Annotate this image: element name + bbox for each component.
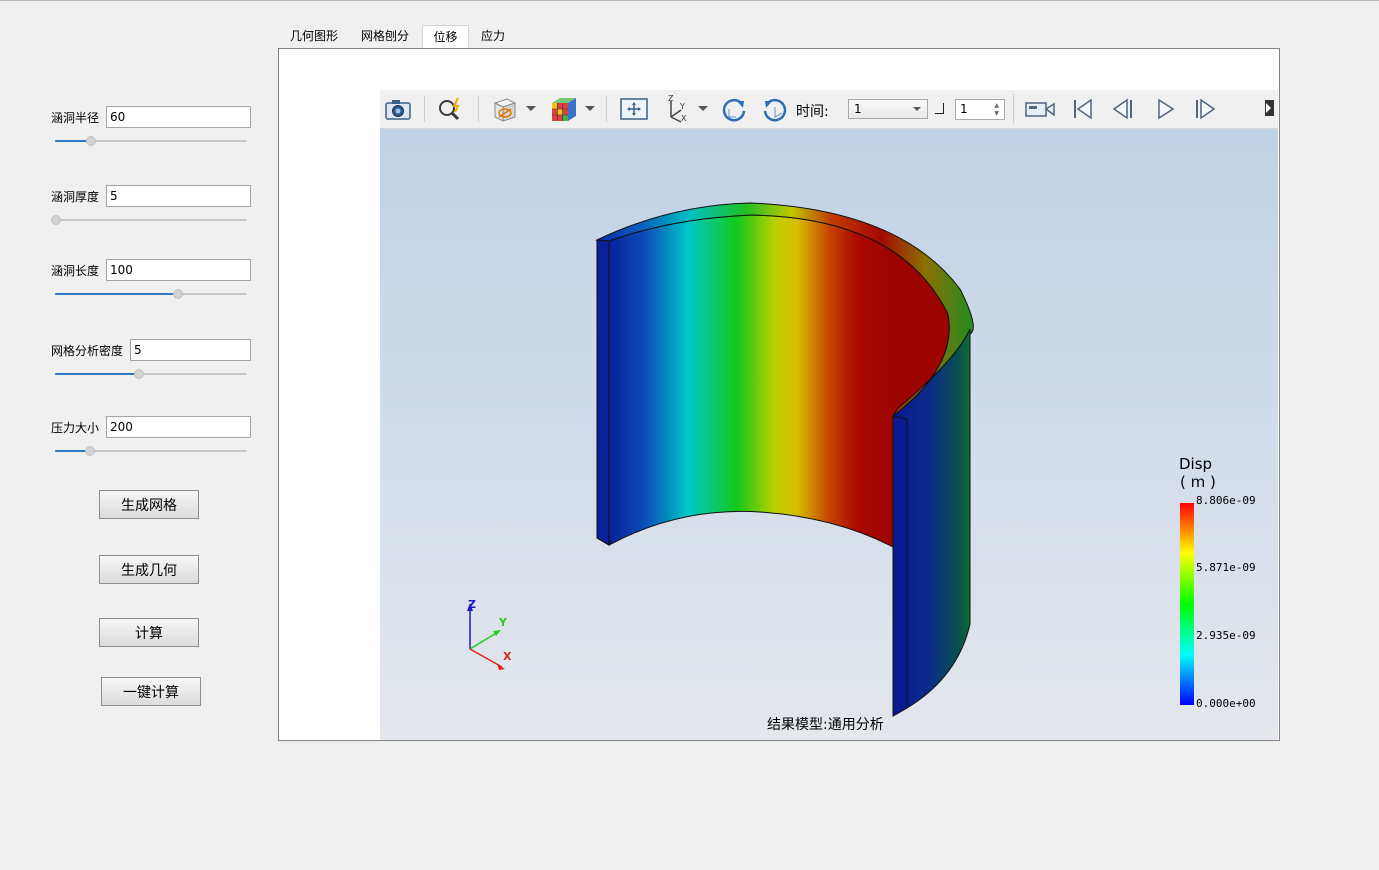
toolbar-separator xyxy=(1013,94,1014,124)
legend-tick-min: 0.000e+00 xyxy=(1196,697,1256,710)
slider-track xyxy=(55,219,247,221)
displacement-model xyxy=(467,202,974,717)
legend-tick-2: 5.871e-09 xyxy=(1196,561,1256,574)
rotate-cw-icon[interactable] xyxy=(717,94,751,124)
window-top-border xyxy=(0,0,1379,1)
view-mode-icon[interactable] xyxy=(487,94,521,124)
record-icon[interactable] xyxy=(1023,94,1057,124)
step-icon xyxy=(935,103,944,114)
color-dropdown-arrow[interactable] xyxy=(585,106,595,111)
legend-color-bar xyxy=(1180,503,1194,705)
axis-triad xyxy=(467,603,505,670)
length-label: 涵洞长度 xyxy=(51,264,100,278)
step-spinbox[interactable]: 1 ▲ ▼ xyxy=(955,99,1005,120)
toolbar-separator xyxy=(424,96,425,122)
slider-thumb[interactable] xyxy=(172,289,183,299)
axis-dropdown-arrow[interactable] xyxy=(698,106,708,111)
mesh-density-label: 网格分析密度 xyxy=(51,344,124,358)
prev-frame-icon[interactable] xyxy=(1106,94,1140,124)
chevron-down-icon xyxy=(913,107,921,111)
length-slider[interactable] xyxy=(55,288,247,300)
legend-tick-1: 2.935e-09 xyxy=(1196,629,1256,642)
legend-tick-max: 8.806e-09 xyxy=(1196,494,1256,507)
time-combo[interactable]: 1 xyxy=(848,99,928,119)
legend-unit: ( m ) xyxy=(1180,473,1216,491)
tab-meshing[interactable]: 网格刨分 xyxy=(355,25,415,48)
slider-thumb[interactable] xyxy=(86,136,97,146)
pressure-slider[interactable] xyxy=(55,445,247,457)
status-text: 结果模型:通用分析 xyxy=(767,717,884,733)
tab-stress[interactable]: 应力 xyxy=(474,25,512,48)
thickness-slider[interactable] xyxy=(51,214,247,226)
view-mode-dropdown-arrow[interactable] xyxy=(526,106,536,111)
toolbar-separator xyxy=(478,96,479,122)
axis-icon[interactable]: ZYX xyxy=(661,94,695,124)
slider-thumb[interactable] xyxy=(134,369,145,379)
more-icon[interactable] xyxy=(1262,98,1276,118)
svg-text:X: X xyxy=(681,114,687,123)
radius-label: 涵洞半径 xyxy=(51,111,100,125)
radius-slider[interactable] xyxy=(55,135,247,147)
slider-fill xyxy=(55,293,178,295)
slider-thumb[interactable] xyxy=(51,215,61,225)
time-label: 时间: xyxy=(796,104,829,120)
spin-up-icon[interactable]: ▲ xyxy=(994,103,999,109)
first-frame-icon[interactable] xyxy=(1065,94,1099,124)
next-frame-icon[interactable] xyxy=(1188,94,1222,124)
mesh-density-slider[interactable] xyxy=(55,368,247,380)
spin-down-icon[interactable]: ▼ xyxy=(994,111,999,117)
length-input[interactable] xyxy=(106,259,251,281)
axis-x-label: X xyxy=(503,650,512,663)
slider-fill xyxy=(55,373,140,375)
svg-text:Z: Z xyxy=(668,95,674,103)
radius-input[interactable] xyxy=(106,106,251,128)
zoom-icon[interactable] xyxy=(434,94,468,124)
thickness-label: 涵洞厚度 xyxy=(51,190,100,204)
axis-y-label: Y xyxy=(499,616,507,629)
axis-z-label: Z xyxy=(468,598,476,611)
one-click-compute-button[interactable]: 一键计算 xyxy=(101,677,201,706)
camera-icon[interactable] xyxy=(381,94,415,124)
tab-displacement[interactable]: 位移 xyxy=(422,25,469,49)
result-viewport[interactable]: Z Y X Disp ( m ) 8.806e-09 5.871e-09 2.9… xyxy=(380,129,1278,740)
tab-geometry[interactable]: 几何图形 xyxy=(284,25,344,48)
color-cube-icon[interactable] xyxy=(546,94,580,124)
step-spinbox-value: 1 xyxy=(960,102,968,116)
toolbar-separator xyxy=(606,96,607,122)
viewer-toolbar: ZYX 时间: 1 1 ▲ ▼ xyxy=(380,90,1278,129)
thickness-input[interactable] xyxy=(106,185,251,207)
pressure-label: 压力大小 xyxy=(51,421,100,435)
play-icon[interactable] xyxy=(1148,94,1182,124)
slider-thumb[interactable] xyxy=(84,446,95,456)
legend-title: Disp xyxy=(1179,455,1213,473)
compute-button[interactable]: 计算 xyxy=(99,618,199,647)
generate-geometry-button[interactable]: 生成几何 xyxy=(99,555,199,584)
rotate-ccw-icon[interactable] xyxy=(758,94,792,124)
svg-text:Y: Y xyxy=(679,102,685,111)
fit-view-icon[interactable] xyxy=(617,94,651,124)
generate-mesh-button[interactable]: 生成网格 xyxy=(99,490,199,519)
mesh-density-input[interactable] xyxy=(130,339,251,361)
time-combo-value: 1 xyxy=(854,102,862,116)
pressure-input[interactable] xyxy=(106,416,251,438)
